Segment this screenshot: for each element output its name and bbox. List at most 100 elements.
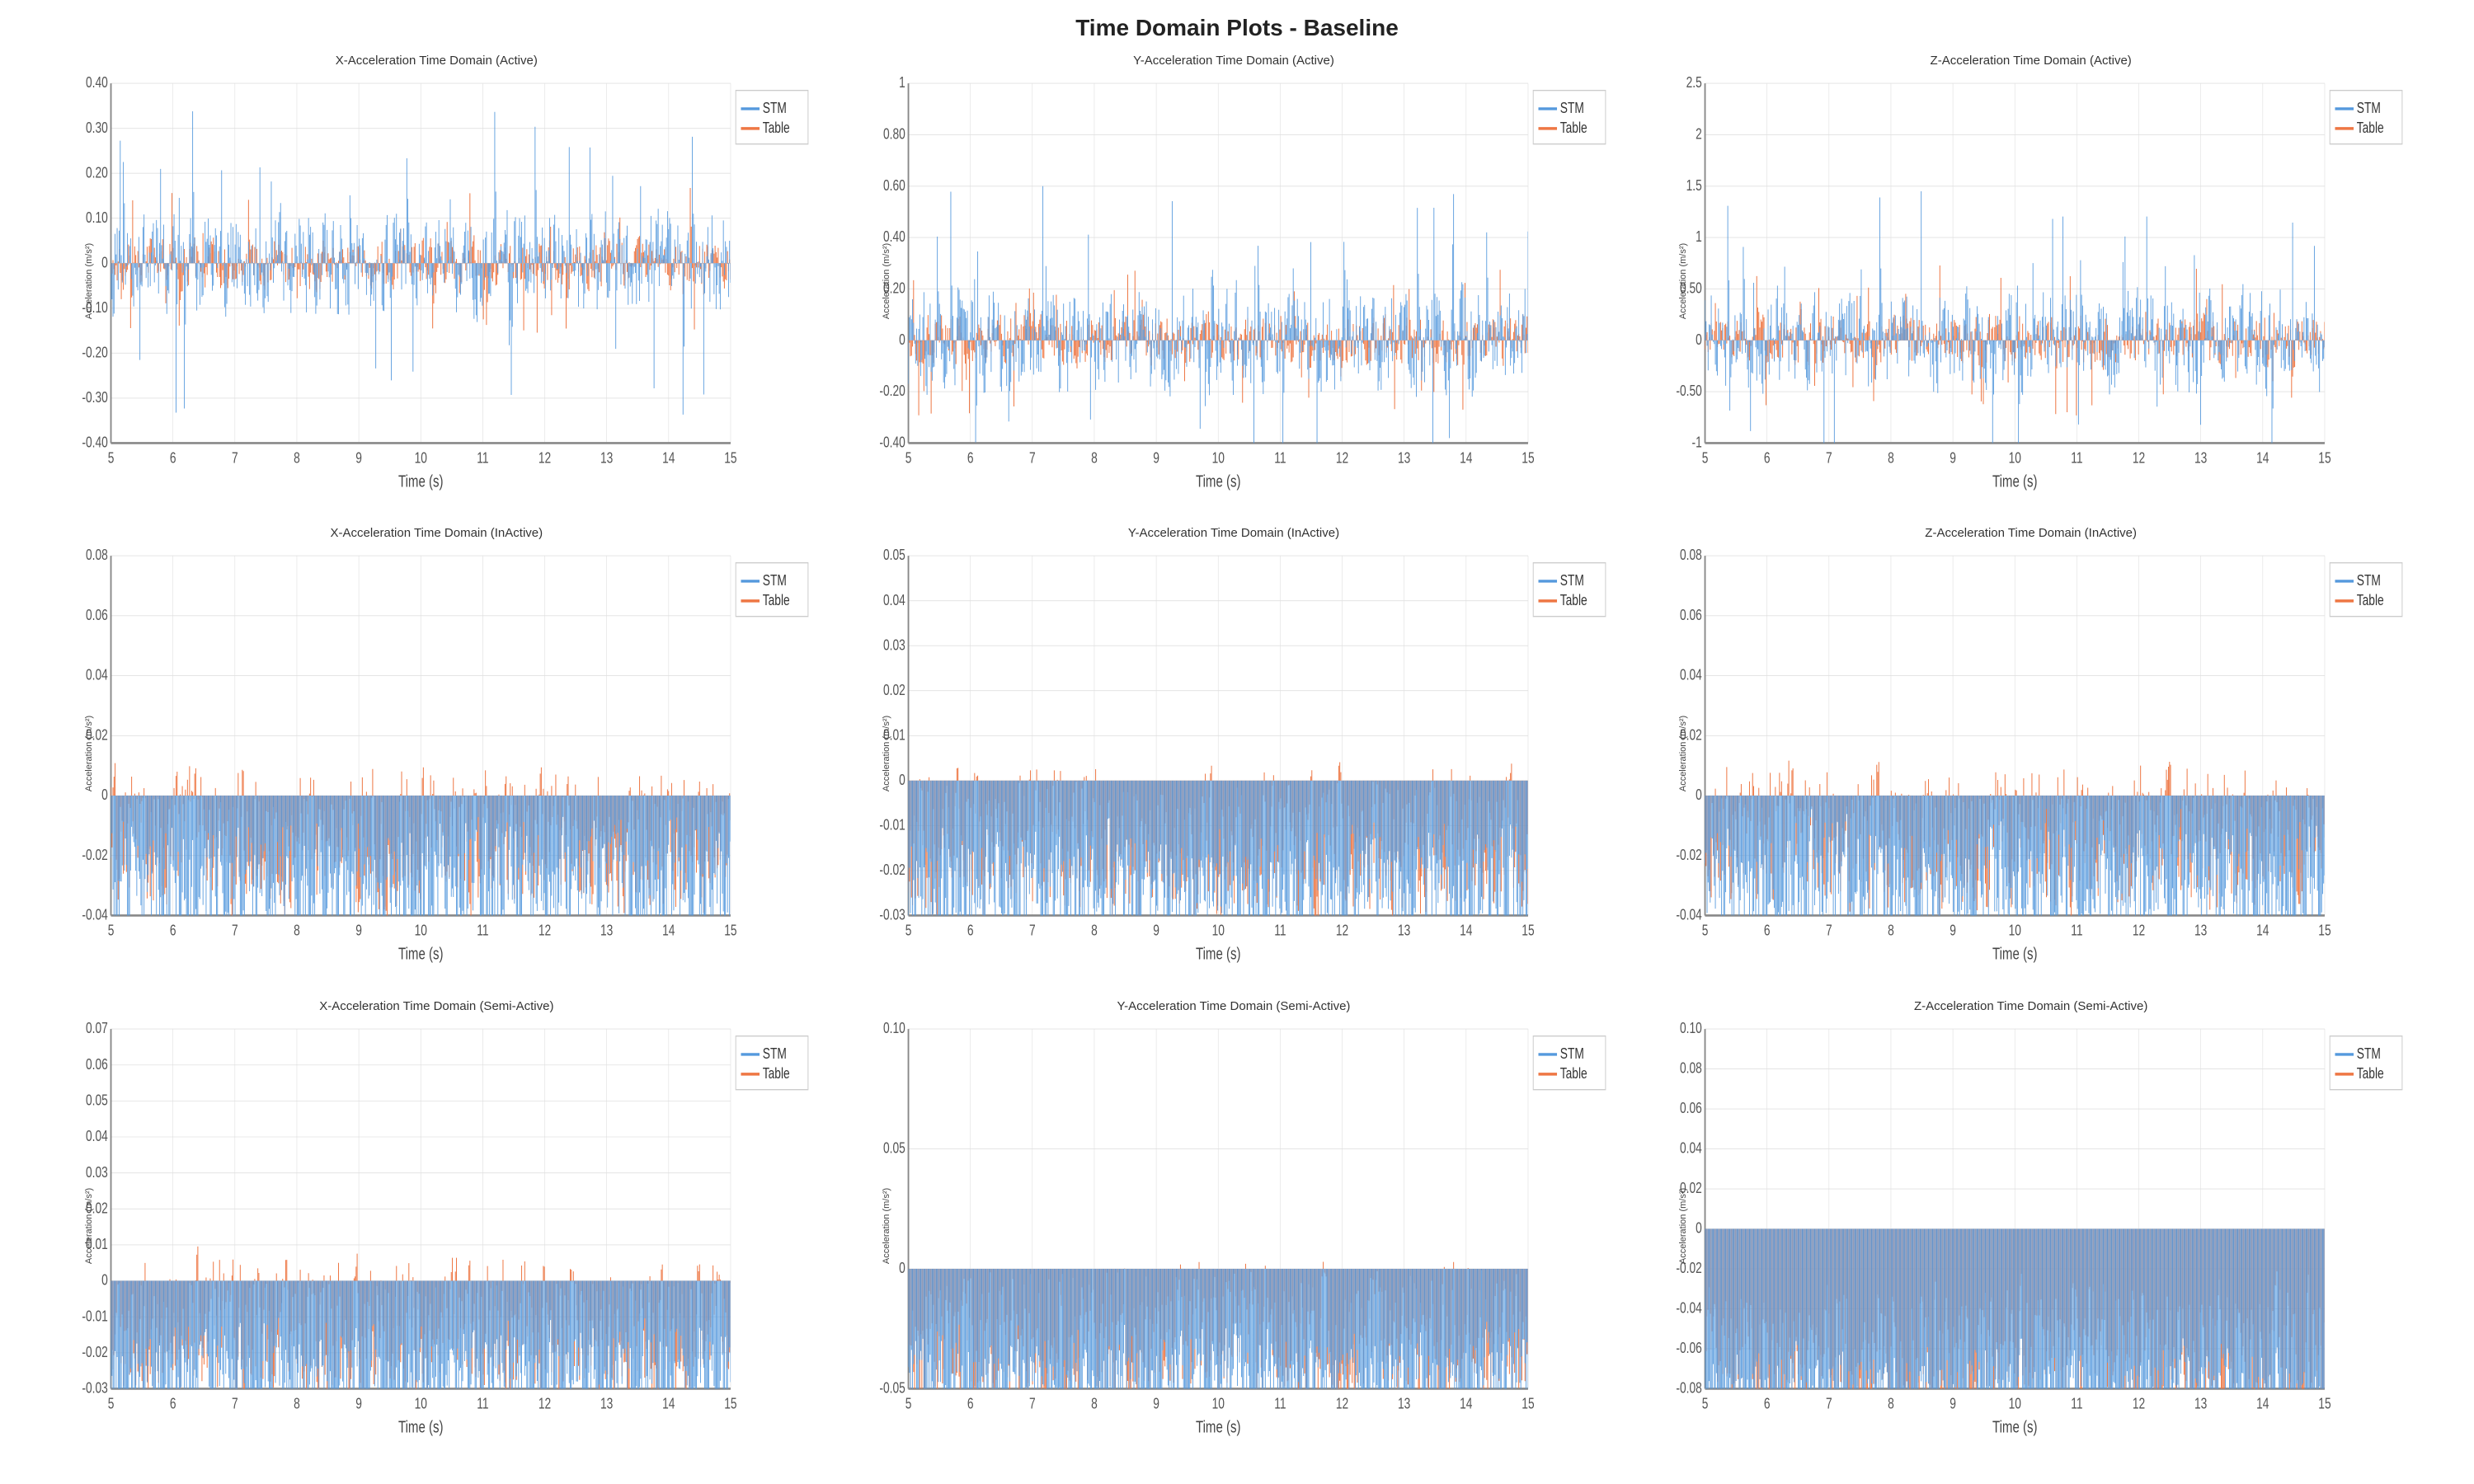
- svg-text:7: 7: [1826, 449, 1832, 467]
- svg-text:8: 8: [1888, 1395, 1894, 1412]
- svg-text:1.5: 1.5: [1686, 177, 1702, 195]
- svg-text:0.05: 0.05: [86, 1092, 108, 1109]
- svg-text:-0.03: -0.03: [82, 1379, 107, 1397]
- svg-text:7: 7: [1826, 1395, 1832, 1412]
- svg-text:-1: -1: [1692, 434, 1702, 452]
- svg-text:5: 5: [108, 1395, 115, 1412]
- page-title: Time Domain Plots - Baseline: [0, 0, 2474, 45]
- svg-text:-0.20: -0.20: [82, 345, 107, 362]
- svg-text:8: 8: [294, 1395, 300, 1412]
- svg-text:9: 9: [1153, 923, 1159, 940]
- svg-text:12: 12: [539, 449, 551, 467]
- chart-title-chart-x-active: X-Acceleration Time Domain (Active): [49, 54, 824, 68]
- svg-text:12: 12: [539, 923, 551, 940]
- svg-text:9: 9: [355, 1395, 362, 1412]
- svg-text:-0.20: -0.20: [879, 383, 905, 400]
- svg-text:15: 15: [2319, 923, 2331, 940]
- chart-cell-chart-x-active: X-Acceleration Time Domain (Active)Accel…: [41, 45, 839, 518]
- svg-text:Table: Table: [763, 120, 790, 137]
- svg-text:11: 11: [2072, 1395, 2083, 1412]
- chart-wrapper-chart-x-semiactive: Acceleration (m/s²)-0.03-0.02-0.0100.010…: [49, 1015, 824, 1438]
- svg-text:10: 10: [1211, 449, 1224, 467]
- svg-text:Table: Table: [1559, 1065, 1587, 1082]
- svg-text:9: 9: [355, 449, 362, 467]
- svg-text:1: 1: [899, 74, 905, 92]
- svg-text:Time (s): Time (s): [398, 472, 444, 491]
- svg-text:8: 8: [1091, 449, 1098, 467]
- svg-text:0.07: 0.07: [86, 1020, 108, 1037]
- svg-text:-0.02: -0.02: [1677, 847, 1702, 864]
- svg-text:9: 9: [355, 923, 362, 940]
- svg-text:13: 13: [600, 449, 613, 467]
- svg-text:15: 15: [2319, 449, 2331, 467]
- svg-text:6: 6: [170, 923, 176, 940]
- svg-text:9: 9: [1153, 1395, 1159, 1412]
- svg-text:Time (s): Time (s): [1992, 472, 2038, 491]
- chart-title-chart-y-semiactive: Y-Acceleration Time Domain (Semi-Active): [847, 999, 1621, 1013]
- svg-text:7: 7: [1826, 923, 1832, 940]
- svg-text:15: 15: [1522, 1395, 1534, 1412]
- svg-text:0: 0: [101, 254, 108, 271]
- svg-text:-0.08: -0.08: [1677, 1379, 1702, 1397]
- svg-text:Table: Table: [763, 1065, 790, 1082]
- svg-text:10: 10: [2009, 1395, 2021, 1412]
- svg-text:12: 12: [1336, 923, 1348, 940]
- svg-text:Table: Table: [2357, 592, 2384, 609]
- svg-text:-0.02: -0.02: [82, 1344, 107, 1361]
- y-axis-label-chart-x-inactive: Acceleration (m/s²): [84, 716, 94, 791]
- svg-text:7: 7: [232, 449, 238, 467]
- svg-text:13: 13: [2194, 923, 2207, 940]
- svg-text:0.04: 0.04: [1680, 1139, 1702, 1157]
- svg-text:15: 15: [1522, 449, 1534, 467]
- svg-text:8: 8: [1091, 923, 1098, 940]
- svg-text:15: 15: [724, 449, 736, 467]
- svg-text:0.10: 0.10: [86, 209, 108, 227]
- svg-text:0.30: 0.30: [86, 120, 108, 137]
- svg-text:0.02: 0.02: [883, 682, 905, 699]
- svg-text:11: 11: [477, 449, 488, 467]
- chart-wrapper-chart-y-inactive: Acceleration (m/s²)-0.03-0.02-0.0100.010…: [847, 542, 1621, 965]
- svg-text:12: 12: [2133, 923, 2145, 940]
- svg-text:0.04: 0.04: [86, 1128, 108, 1145]
- svg-text:8: 8: [1888, 923, 1894, 940]
- svg-text:14: 14: [1460, 923, 1472, 940]
- svg-text:10: 10: [415, 923, 427, 940]
- svg-text:11: 11: [1274, 923, 1286, 940]
- svg-text:5: 5: [108, 449, 115, 467]
- svg-text:-0.01: -0.01: [82, 1308, 107, 1325]
- chart-svg-chart-x-semiactive: -0.03-0.02-0.0100.010.020.030.040.050.06…: [101, 1015, 824, 1438]
- svg-text:11: 11: [477, 923, 488, 940]
- chart-cell-chart-y-inactive: Y-Acceleration Time Domain (InActive) Acc…: [839, 518, 1636, 990]
- svg-text:-0.50: -0.50: [1677, 383, 1702, 400]
- svg-text:-0.05: -0.05: [879, 1379, 905, 1397]
- chart-grid: X-Acceleration Time Domain (Active) Accel…: [41, 45, 2433, 1463]
- svg-text:Time (s): Time (s): [1992, 1417, 2038, 1436]
- svg-text:0: 0: [101, 1271, 108, 1289]
- svg-text:6: 6: [1764, 449, 1771, 467]
- svg-text:10: 10: [2009, 923, 2021, 940]
- svg-text:10: 10: [415, 1395, 427, 1412]
- svg-text:0: 0: [1696, 787, 1702, 804]
- chart-svg-chart-z-inactive: -0.04-0.0200.020.040.060.085678910111213…: [1695, 542, 2418, 965]
- y-axis-label-chart-z-semiactive: Acceleration (m/s²): [1678, 1188, 1688, 1264]
- svg-text:6: 6: [170, 449, 176, 467]
- svg-text:0.10: 0.10: [1680, 1020, 1702, 1037]
- svg-text:-0.40: -0.40: [82, 434, 107, 452]
- chart-cell-chart-x-semiactive: X-Acceleration Time Domain (Semi-Active)…: [41, 991, 839, 1463]
- chart-title-chart-y-inactive: Y-Acceleration Time Domain (InActive): [847, 526, 1621, 540]
- svg-text:7: 7: [1029, 449, 1036, 467]
- y-axis-label-chart-y-active: Acceleration (m/s²): [882, 243, 891, 319]
- svg-text:-0.04: -0.04: [1677, 1299, 1702, 1317]
- svg-text:0: 0: [101, 787, 108, 804]
- svg-text:6: 6: [1764, 923, 1771, 940]
- svg-text:-0.03: -0.03: [879, 907, 905, 924]
- svg-text:5: 5: [905, 923, 911, 940]
- svg-text:12: 12: [1336, 449, 1348, 467]
- svg-text:11: 11: [2072, 449, 2083, 467]
- chart-title-chart-y-active: Y-Acceleration Time Domain (Active): [847, 54, 1621, 68]
- chart-cell-chart-z-active: Z-Acceleration Time Domain (Active)Accel…: [1635, 45, 2433, 518]
- svg-text:Table: Table: [2357, 120, 2384, 137]
- svg-text:STM: STM: [1559, 100, 1583, 117]
- svg-text:0.06: 0.06: [86, 607, 108, 624]
- svg-text:-0.06: -0.06: [1677, 1340, 1702, 1357]
